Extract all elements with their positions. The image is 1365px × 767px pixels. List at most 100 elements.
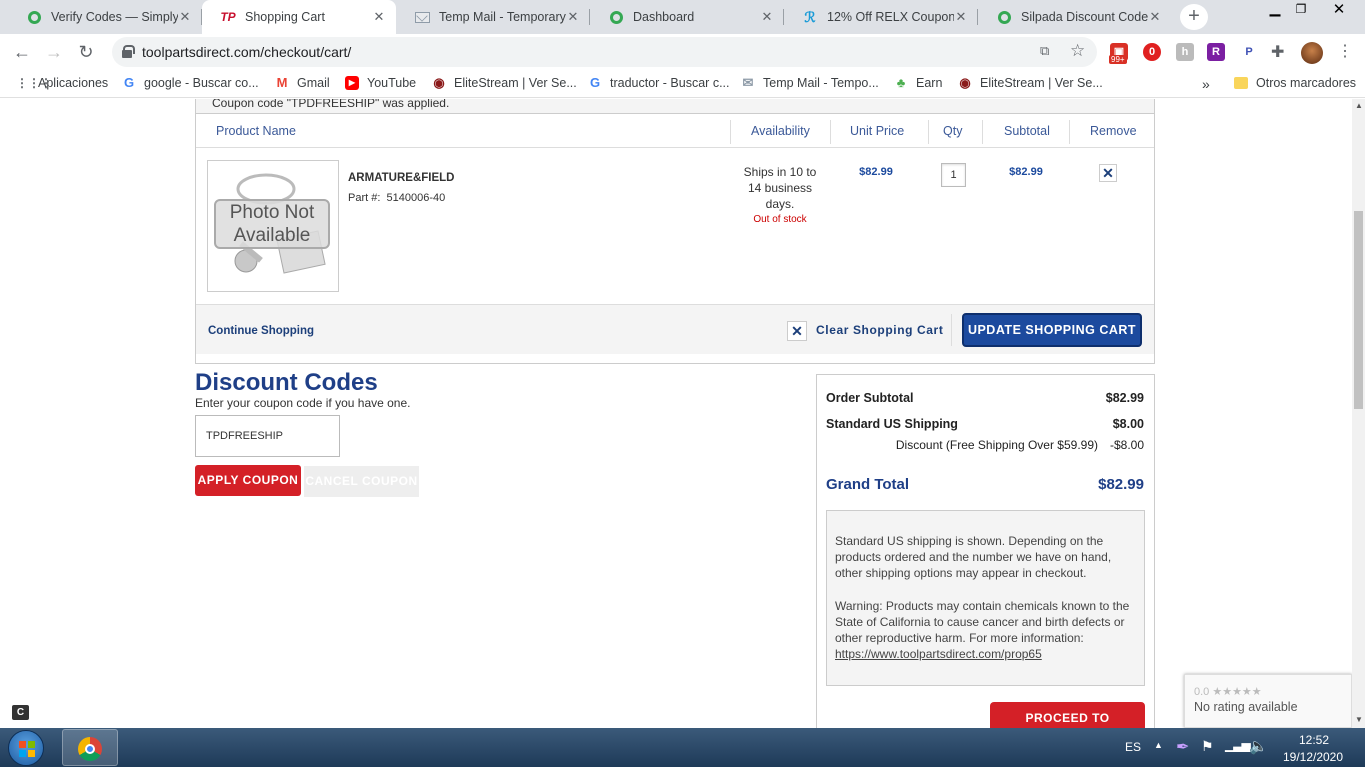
cancel-coupon-button[interactable]: CANCEL COUPON bbox=[304, 466, 419, 497]
show-hidden-icons-arrow[interactable]: ▲ bbox=[1154, 740, 1163, 750]
tab-shopping-cart[interactable]: TP Shopping Cart ✕ bbox=[202, 0, 396, 34]
elitestream-icon: ◉ bbox=[959, 75, 971, 90]
order-subtotal-label: Order Subtotal bbox=[826, 391, 914, 405]
bookmark-gmail[interactable]: M Gmail bbox=[275, 75, 330, 91]
action-center-flag-icon[interactable]: ⚑ bbox=[1201, 738, 1214, 755]
other-bookmarks-folder[interactable]: Otros marcadores bbox=[1234, 76, 1356, 90]
update-shopping-cart-button[interactable]: UPDATE SHOPPING CART bbox=[962, 313, 1142, 347]
hola-extension-icon[interactable]: h bbox=[1176, 43, 1194, 61]
tab-title: Dashboard bbox=[633, 10, 695, 24]
clear-cart-x-icon[interactable]: ✕ bbox=[787, 321, 807, 341]
p-extension-icon[interactable]: P bbox=[1240, 43, 1258, 61]
mail-icon: ✉ bbox=[742, 75, 754, 90]
close-icon[interactable]: ✕ bbox=[760, 9, 774, 25]
tab-title: Verify Codes — SimplyCodes bbox=[51, 10, 178, 24]
close-icon[interactable]: ✕ bbox=[566, 9, 580, 25]
out-of-stock-label: Out of stock bbox=[753, 214, 807, 225]
url-text[interactable]: toolpartsdirect.com/checkout/cart/ bbox=[142, 44, 351, 60]
volume-icon[interactable]: 🔈 bbox=[1249, 737, 1268, 755]
photo-not-available-label: Photo Not Available bbox=[214, 199, 330, 249]
close-icon[interactable]: ✕ bbox=[1148, 9, 1162, 25]
qty-input[interactable] bbox=[941, 163, 966, 187]
close-icon[interactable]: ✕ bbox=[178, 9, 192, 25]
scrollbar-thumb[interactable] bbox=[1354, 211, 1363, 409]
clock-date[interactable]: 19/12/2020 bbox=[1276, 750, 1350, 764]
rating-text: No rating available bbox=[1194, 700, 1298, 714]
grand-total-label: Grand Total bbox=[826, 476, 910, 493]
rating-widget[interactable]: 0.0 ★★★★★ No rating available bbox=[1184, 674, 1352, 728]
language-indicator[interactable]: ES bbox=[1125, 740, 1141, 754]
clock-time[interactable]: 12:52 bbox=[1281, 733, 1347, 747]
header-subtotal: Subtotal bbox=[1004, 124, 1050, 138]
back-button[interactable]: ← bbox=[10, 40, 34, 64]
prop65-link[interactable]: https://www.toolpartsdirect.com/prop65 bbox=[835, 647, 1042, 661]
part-value: 5140006-40 bbox=[386, 192, 446, 204]
reload-button[interactable]: ↻ bbox=[74, 40, 98, 64]
address-bar[interactable]: toolpartsdirect.com/checkout/cart/ ⧉ ☆ bbox=[112, 37, 1097, 67]
product-name[interactable]: ARMATURE&FIELD bbox=[348, 172, 454, 184]
close-icon[interactable]: ✕ bbox=[372, 9, 386, 25]
rating-score: 0.0 ★★★★★ bbox=[1194, 686, 1262, 698]
tab-title: Shopping Cart bbox=[245, 10, 325, 24]
tab-temp-mail[interactable]: Temp Mail - Temporary Email ✕ bbox=[396, 0, 590, 34]
network-signal-icon[interactable]: ▁▃▅ bbox=[1225, 738, 1251, 752]
translate-icon[interactable]: ⧉ bbox=[1040, 43, 1049, 59]
clear-shopping-cart-button[interactable]: Clear Shopping Cart bbox=[816, 323, 943, 337]
scroll-down-arrow-icon[interactable]: ▼ bbox=[1355, 715, 1363, 724]
bookmark-star-icon[interactable]: ☆ bbox=[1070, 41, 1085, 61]
start-button[interactable] bbox=[8, 730, 44, 766]
part-label: Part #: bbox=[348, 192, 381, 204]
header-product-name: Product Name bbox=[216, 124, 296, 138]
gmail-icon: M bbox=[276, 75, 288, 90]
bookmark-elitestream-2[interactable]: ◉ EliteStream | Ver Se... bbox=[958, 75, 1102, 91]
tp-logo-icon: TP bbox=[220, 10, 236, 24]
bookmark-traductor[interactable]: Gtraductor - Buscar c... bbox=[588, 76, 730, 91]
page-scrollbar[interactable]: ▲ ▼ bbox=[1352, 99, 1365, 728]
more-bookmarks-chevron[interactable]: » bbox=[1202, 76, 1210, 92]
menu-kebab-icon[interactable]: ⋮ bbox=[1337, 41, 1353, 61]
bookmark-elitestream[interactable]: ◉ EliteStream | Ver Se... bbox=[432, 76, 576, 91]
chrome-taskbar-button[interactable] bbox=[62, 729, 118, 766]
bookmark-earn[interactable]: ♣ Earn bbox=[894, 76, 943, 91]
google-icon: G bbox=[123, 75, 135, 90]
grand-total-value: $82.99 bbox=[1098, 476, 1144, 493]
bookmark-temp-mail[interactable]: ✉ Temp Mail - Tempo... bbox=[741, 75, 879, 91]
scroll-up-arrow-icon[interactable]: ▲ bbox=[1355, 101, 1363, 110]
apply-coupon-button[interactable]: APPLY COUPON bbox=[195, 465, 301, 496]
mail-icon bbox=[414, 9, 430, 25]
discount-row: Discount (Free Shipping Over $59.99) -$8… bbox=[826, 438, 1144, 452]
extension-badge: 99+ bbox=[1109, 55, 1127, 64]
restore-button[interactable]: ❐ bbox=[1286, 2, 1316, 22]
header-qty: Qty bbox=[943, 124, 963, 138]
remove-item-button[interactable]: ✕ bbox=[1099, 164, 1117, 182]
bookmark-youtube[interactable]: ▶ YouTube bbox=[345, 76, 416, 90]
extensions-puzzle-icon[interactable]: ✚ bbox=[1271, 42, 1284, 62]
feather-tray-icon[interactable]: ✒ bbox=[1176, 737, 1189, 757]
dashboard-icon bbox=[608, 9, 624, 25]
coupon-code-input[interactable] bbox=[195, 415, 340, 457]
header-availability: Availability bbox=[751, 124, 810, 138]
apps-grid-icon: ⋮⋮⋮ bbox=[16, 76, 52, 90]
browser-toolbar: ← → ↻ toolpartsdirect.com/checkout/cart/… bbox=[0, 34, 1365, 70]
r-extension-icon[interactable]: R bbox=[1207, 43, 1225, 61]
youtube-icon: ▶ bbox=[345, 76, 359, 90]
forward-button[interactable]: → bbox=[42, 40, 66, 64]
tab-relx-coupons[interactable]: ℛ 12% Off RELX Coupons & ✕ bbox=[784, 0, 978, 34]
opera-extension-icon[interactable]: 0 bbox=[1143, 43, 1161, 61]
bookmark-apps[interactable]: ⋮⋮⋮ Aplicaciones bbox=[16, 76, 108, 90]
new-tab-button[interactable]: + bbox=[1180, 4, 1208, 30]
tab-verify-codes[interactable]: Verify Codes — SimplyCodes ✕ bbox=[8, 0, 202, 34]
profile-avatar[interactable] bbox=[1301, 42, 1323, 64]
discount-codes-subtitle: Enter your coupon code if you have one. bbox=[195, 396, 411, 410]
tab-dashboard[interactable]: Dashboard ✕ bbox=[590, 0, 784, 34]
tab-silpada[interactable]: Silpada Discount Codes ✕ bbox=[978, 0, 1172, 34]
proceed-to-checkout-button[interactable]: PROCEED TO CHECKOUT bbox=[990, 702, 1145, 728]
product-photo[interactable]: Photo Not Available bbox=[207, 160, 339, 292]
close-icon[interactable]: ✕ bbox=[954, 9, 968, 25]
close-window-button[interactable]: ✕ bbox=[1324, 0, 1354, 20]
continue-shopping-link[interactable]: Continue Shopping bbox=[208, 325, 314, 337]
availability-text: Ships in 10 to 14 business days. bbox=[743, 165, 817, 211]
chrome-icon bbox=[78, 737, 102, 761]
extension-c-icon[interactable]: C bbox=[12, 705, 29, 720]
bookmark-google-search[interactable]: Ggoogle - Buscar co... bbox=[122, 75, 259, 91]
